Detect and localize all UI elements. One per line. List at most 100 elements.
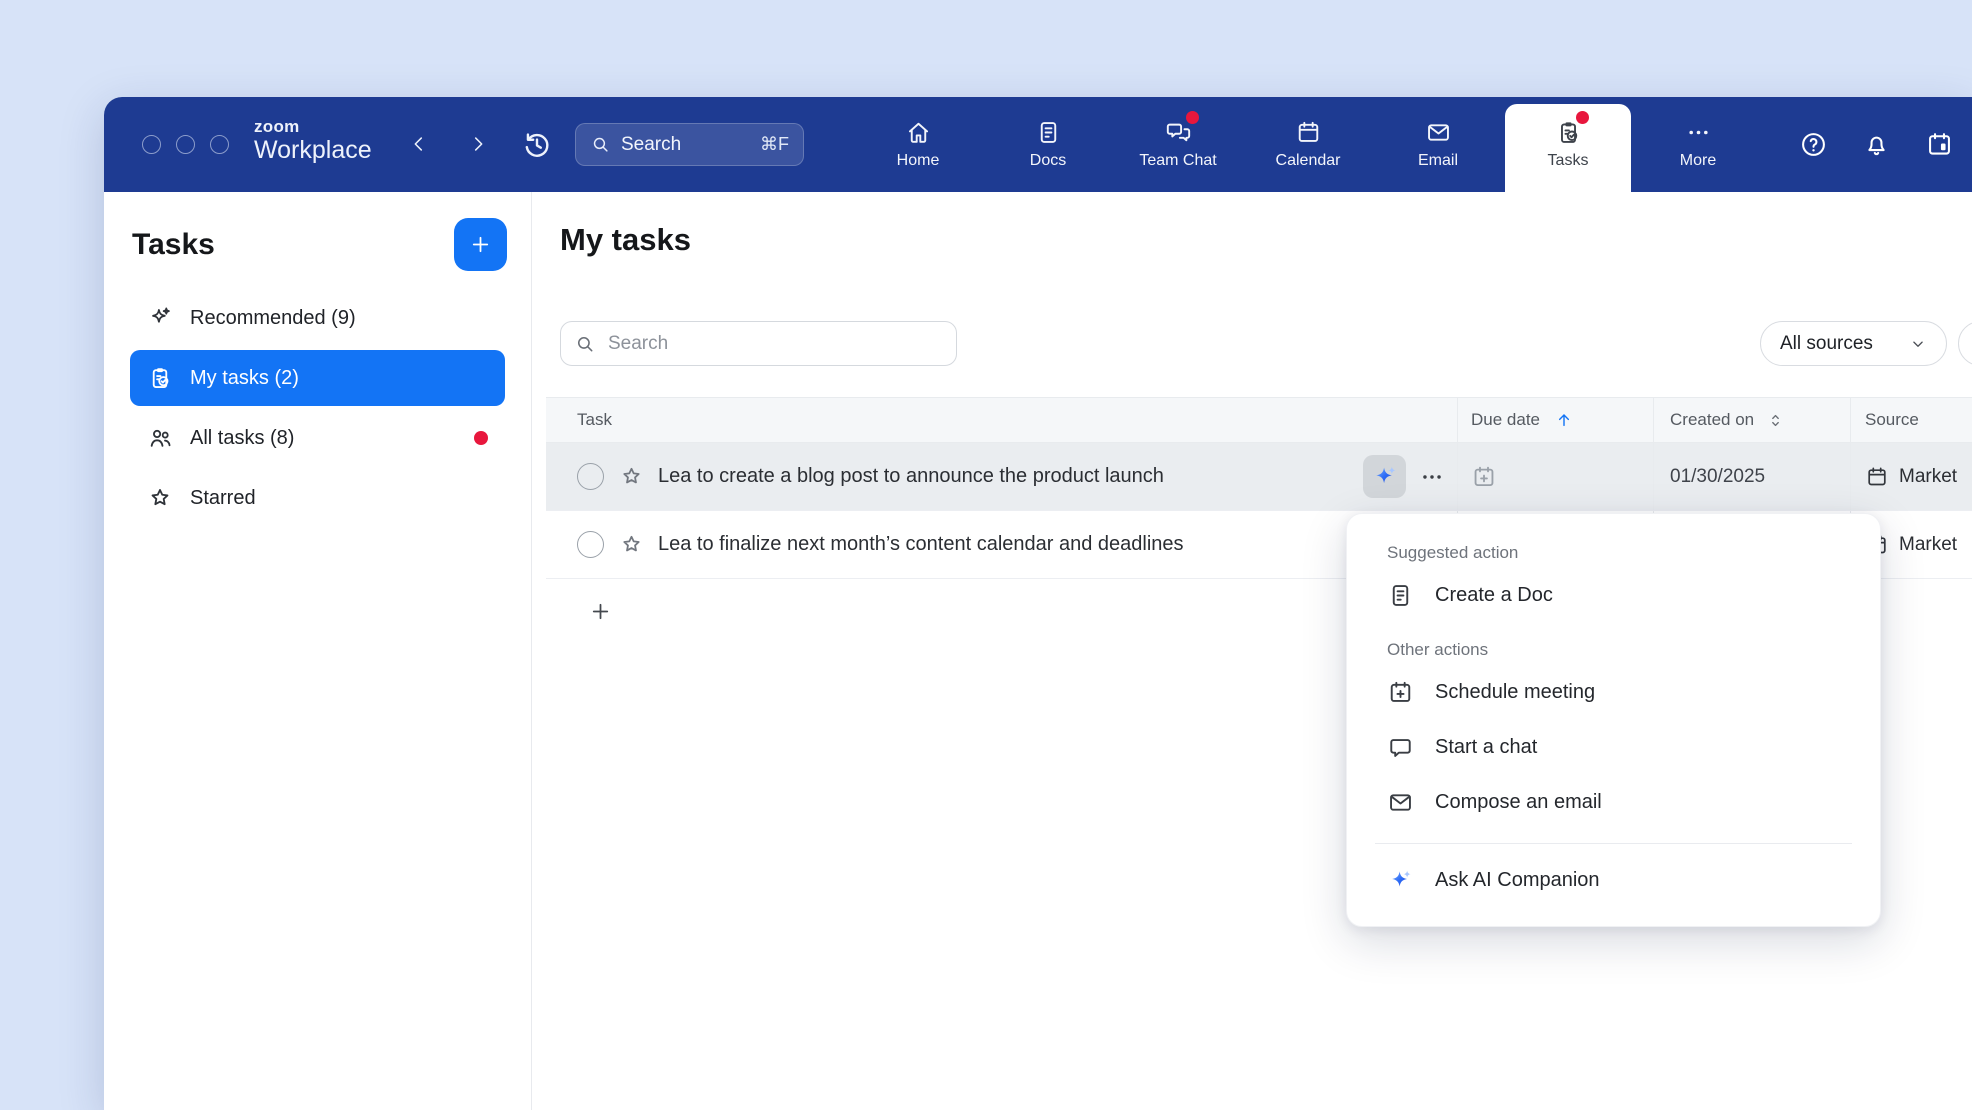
task-complete-checkbox[interactable]: [577, 531, 604, 558]
desktop-background: zoom Workplace Search ⌘F Home Docs: [0, 0, 1972, 1110]
my-tasks-icon: [147, 365, 173, 391]
tab-email[interactable]: Email: [1373, 97, 1503, 192]
sparkle-icon: [147, 305, 173, 331]
menu-item-label: Start a chat: [1435, 736, 1537, 759]
doc-icon: [1387, 582, 1414, 609]
search-icon: [574, 333, 596, 355]
titlebar: zoom Workplace Search ⌘F Home Docs: [104, 97, 1972, 192]
global-search-label: Search: [621, 134, 681, 156]
docs-icon: [1035, 119, 1062, 146]
page-title: My tasks: [560, 222, 691, 258]
menu-item-create-doc[interactable]: Create a Doc: [1347, 568, 1880, 623]
chevron-right-icon: [467, 133, 489, 155]
unread-badge: [474, 431, 488, 445]
sidebar-title: Tasks: [132, 228, 215, 262]
tab-label: More: [1680, 152, 1716, 170]
column-header-created-on[interactable]: Created on: [1653, 398, 1850, 442]
tab-label: Docs: [1030, 152, 1066, 170]
sort-icon: [1766, 411, 1785, 430]
menu-item-compose-email[interactable]: Compose an email: [1347, 775, 1880, 830]
back-button[interactable]: [404, 129, 434, 159]
column-header-task: Task: [546, 398, 1457, 442]
search-icon: [590, 134, 611, 155]
brand-logo: zoom Workplace: [254, 118, 372, 163]
tab-label: Team Chat: [1139, 152, 1216, 170]
calendar-plus-icon: [1387, 679, 1414, 706]
tab-team-chat[interactable]: Team Chat: [1113, 97, 1243, 192]
chat-icon: [1387, 734, 1414, 761]
menu-item-schedule-meeting[interactable]: Schedule meeting: [1347, 665, 1880, 720]
help-icon: [1799, 130, 1828, 159]
top-navigation: Home Docs Team Chat Calendar Emai: [853, 97, 1763, 192]
task-title: Lea to finalize next month’s content cal…: [658, 533, 1184, 556]
tab-calendar[interactable]: Calendar: [1243, 97, 1373, 192]
source-cell: Market: [1850, 443, 1972, 510]
titlebar-utilities: [1791, 97, 1961, 192]
chevron-down-icon: [1909, 335, 1927, 353]
menu-item-label: Schedule meeting: [1435, 681, 1595, 704]
suggested-actions-menu: Suggested action Create a Doc Other acti…: [1346, 513, 1881, 927]
sources-filter-label: All sources: [1780, 333, 1873, 355]
sidebar-item-my-tasks[interactable]: My tasks (2): [130, 350, 505, 406]
help-button[interactable]: [1791, 123, 1835, 167]
menu-item-label: Ask AI Companion: [1435, 869, 1600, 892]
sidebar-item-all-tasks[interactable]: All tasks (8): [130, 410, 505, 466]
sidebar-header: Tasks: [132, 218, 507, 271]
menu-item-start-chat[interactable]: Start a chat: [1347, 720, 1880, 775]
tasks-sidebar: Tasks Recommended (9) My tasks (2) All t…: [104, 192, 532, 1110]
sidebar-item-starred[interactable]: Starred: [130, 470, 505, 526]
unread-badge: [1186, 111, 1199, 124]
sources-filter-dropdown[interactable]: All sources: [1760, 321, 1947, 366]
ai-companion-icon: [1387, 867, 1414, 894]
history-button[interactable]: [520, 128, 554, 162]
tasks-icon: [1555, 119, 1582, 146]
column-header-due-date[interactable]: Due date: [1457, 398, 1653, 442]
tab-home[interactable]: Home: [853, 97, 983, 192]
window-control-dot[interactable]: [142, 135, 161, 154]
star-icon[interactable]: [619, 532, 644, 557]
task-search[interactable]: [560, 321, 957, 366]
schedule-button[interactable]: [1917, 123, 1961, 167]
table-row[interactable]: Lea to create a blog post to announce th…: [546, 443, 1972, 511]
chevron-left-icon: [408, 133, 430, 155]
task-search-input[interactable]: [606, 332, 943, 356]
menu-item-ask-ai-companion[interactable]: Ask AI Companion: [1347, 853, 1880, 908]
column-header-source: Source: [1850, 398, 1972, 442]
menu-divider: [1375, 843, 1852, 844]
calendar-icon: [1295, 119, 1322, 146]
global-search[interactable]: Search ⌘F: [575, 123, 804, 166]
notifications-button[interactable]: [1854, 123, 1898, 167]
search-shortcut: ⌘F: [760, 134, 789, 155]
due-date-cell[interactable]: [1457, 443, 1653, 510]
tab-tasks[interactable]: Tasks: [1503, 97, 1633, 192]
tab-label: Tasks: [1548, 152, 1589, 170]
home-icon: [905, 119, 932, 146]
tab-label: Email: [1418, 152, 1458, 170]
menu-section-label: Suggested action: [1347, 538, 1880, 568]
plus-icon: [468, 232, 493, 257]
star-icon[interactable]: [619, 464, 644, 489]
more-actions-icon[interactable]: [1419, 464, 1445, 490]
add-due-date-icon[interactable]: [1471, 464, 1497, 490]
window-control-dot[interactable]: [210, 135, 229, 154]
tab-more[interactable]: More: [1633, 97, 1763, 192]
filter-dropdown-partial[interactable]: [1958, 321, 1972, 366]
tab-docs[interactable]: Docs: [983, 97, 1113, 192]
ai-companion-button[interactable]: [1363, 455, 1406, 498]
forward-button[interactable]: [463, 129, 493, 159]
people-icon: [147, 425, 173, 451]
menu-section-label: Other actions: [1347, 635, 1880, 665]
menu-item-label: Create a Doc: [1435, 584, 1553, 607]
star-icon: [147, 485, 173, 511]
window-control-dot[interactable]: [176, 135, 195, 154]
sidebar-nav: Recommended (9) My tasks (2) All tasks (…: [130, 290, 505, 526]
more-icon: [1685, 119, 1712, 146]
new-task-button[interactable]: [454, 218, 507, 271]
team-chat-icon: [1165, 119, 1192, 146]
history-icon: [520, 128, 554, 162]
brand-logo-workplace: Workplace: [254, 138, 372, 163]
task-complete-checkbox[interactable]: [577, 463, 604, 490]
sidebar-item-recommended[interactable]: Recommended (9): [130, 290, 505, 346]
menu-item-label: Compose an email: [1435, 791, 1602, 814]
tab-label: Calendar: [1276, 152, 1341, 170]
